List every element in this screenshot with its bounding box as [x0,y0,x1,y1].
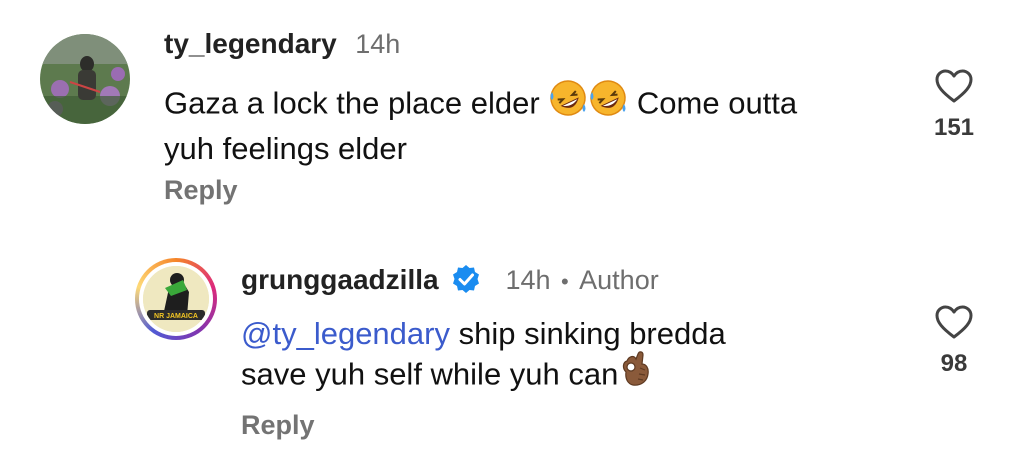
reply-button[interactable]: Reply [241,410,315,440]
like-count: 151 [933,114,975,141]
meta-separator: • [561,269,569,294]
like-count: 98 [940,350,968,377]
heart-outline-icon[interactable] [934,68,974,104]
avatar-story-ring[interactable]: NR JAMAICA [135,258,217,340]
avatar-badge-text: NR JAMAICA [154,313,198,320]
verified-badge-icon [451,264,481,299]
avatar[interactable] [40,34,130,124]
heart-outline-icon[interactable] [934,304,974,340]
avatar: NR JAMAICA [143,266,209,332]
avatar-photo [40,34,130,124]
comment-text: Gaza a lock the place elder Come outta y… [164,78,797,168]
mention-link[interactable]: @ty_legendary [241,316,450,351]
author-label: Author [579,265,659,295]
comment-text: @ty_legendary ship sinking bredda save y… [241,315,726,400]
rolling-laughing-emoji-icon [548,78,588,127]
comment-timestamp: 14h [355,29,401,59]
comment-username[interactable]: grunggaadzilla [241,264,439,295]
like-control: 151 [924,68,984,142]
ok-hand-emoji-icon [618,350,652,397]
like-control: 98 [924,304,984,378]
comment-username[interactable]: ty_legendary [164,28,337,59]
reply-button[interactable]: Reply [164,175,238,205]
avatar-photo: NR JAMAICA [143,266,209,332]
comment-timestamp: 14h [505,265,551,295]
rolling-laughing-emoji-icon [588,78,628,127]
